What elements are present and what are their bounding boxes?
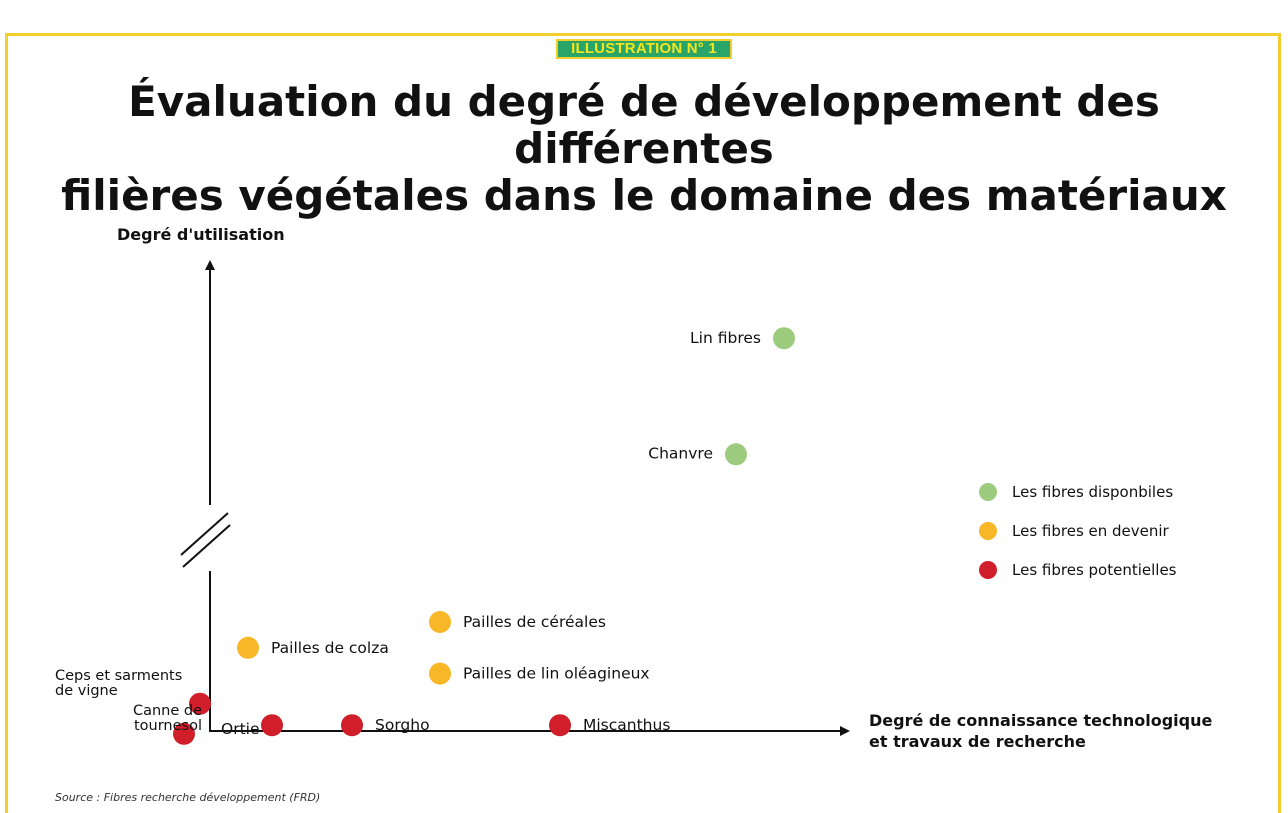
data-point-1-1 <box>237 636 259 659</box>
data-point-label: Pailles de céréales <box>463 613 606 631</box>
data-point-label: Sorgho <box>375 716 430 734</box>
data-point-0-0 <box>773 327 795 350</box>
legend-marker-1 <box>979 522 997 540</box>
data-point-label: Lin fibres <box>690 329 761 347</box>
legend-marker-2 <box>979 561 997 579</box>
legend-label-1: Les fibres en devenir <box>1012 522 1170 540</box>
data-point-label: Chanvre <box>648 444 713 462</box>
data-point-1-2 <box>429 662 451 685</box>
data-point-label: Canne de tournesol <box>133 703 202 734</box>
data-point-label-line: Ceps et sarments <box>55 668 182 684</box>
data-point-label: Pailles de colza <box>271 639 389 657</box>
data-point-label: Ortie <box>221 720 260 738</box>
data-points: Lin fibres Chanvre Pailles de céréales Pail… <box>55 327 795 745</box>
y-axis-label: Degré d'utilisation <box>117 225 285 244</box>
data-point-0-1 <box>725 443 747 466</box>
legend-label-0: Les fibres disponbiles <box>1012 483 1173 501</box>
data-point-label-line: Canne de <box>133 703 202 719</box>
data-point-label: Ceps et sarments de vigne <box>55 668 182 699</box>
scatter-chart: Degré d'utilisation Degré de connaissanc… <box>55 225 1218 751</box>
x-axis-label: Degré de connaissance technologique et t… <box>869 711 1218 751</box>
data-point-label: Pailles de lin oléagineux <box>463 665 650 683</box>
data-point-label: Miscanthus <box>583 716 670 734</box>
data-point-2-2 <box>261 714 283 737</box>
x-axis-label-line-1: Degré de connaissance technologique <box>869 711 1212 730</box>
data-point-label-line: tournesol <box>134 718 202 734</box>
source-note: Source : Fibres recherche développement … <box>55 791 321 804</box>
data-point-1-0 <box>429 611 451 633</box>
data-point-label-line: de vigne <box>55 683 118 699</box>
data-point-2-3 <box>341 714 363 737</box>
legend-label-2: Les fibres potentielles <box>1012 561 1177 579</box>
legend: Les fibres disponbiles Les fibres en deve… <box>979 483 1177 579</box>
x-axis-label-line-2: et travaux de recherche <box>869 732 1086 751</box>
data-point-2-4 <box>549 714 571 737</box>
legend-marker-0 <box>979 483 997 501</box>
